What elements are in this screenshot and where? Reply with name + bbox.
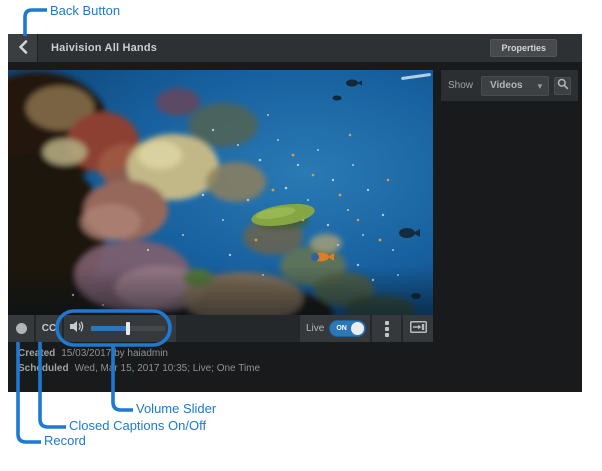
properties-button[interactable]: Properties — [490, 39, 557, 57]
back-button[interactable] — [8, 34, 38, 62]
live-toggle-group: Live ON — [300, 315, 370, 342]
chevron-down-icon: ▾ — [538, 77, 543, 95]
search-icon — [557, 78, 569, 93]
annotation-back-button: Back Button — [50, 3, 120, 18]
scheduled-label: Scheduled — [18, 363, 69, 374]
session-details: Created 15/03/2017 by haiadmin Scheduled W… — [18, 346, 260, 376]
annotation-volume-slider: Volume Slider — [136, 401, 216, 416]
speaker-icon — [70, 320, 85, 338]
volume-control — [64, 315, 176, 342]
video-player-frame[interactable] — [8, 70, 433, 315]
record-icon — [16, 323, 27, 334]
scheduled-value: Wed, Mar 15, 2017 10:35; Live; One Time — [75, 363, 260, 374]
toggle-knob — [351, 322, 364, 335]
browse-filter-row: Show Videos ▾ — [441, 70, 578, 101]
back-button-callout-line — [25, 10, 47, 36]
show-label: Show — [448, 80, 473, 91]
created-row: Created 15/03/2017 by haiadmin — [18, 346, 260, 361]
volume-slider[interactable] — [91, 326, 165, 331]
toggle-state-label: ON — [336, 321, 347, 336]
chevron-left-icon — [18, 40, 28, 57]
content-type-dropdown[interactable]: Videos ▾ — [481, 76, 549, 96]
dropdown-selected-value: Videos — [490, 77, 523, 95]
screenshot-canvas: Haivision All Hands Properties Show Vide… — [0, 0, 602, 471]
scheduled-row: Scheduled Wed, Mar 15, 2017 10:35; Live; … — [18, 361, 260, 376]
player-control-bar: CC Live ON — [8, 315, 433, 342]
underwater-reef-video-still — [8, 70, 433, 315]
created-label: Created — [18, 348, 55, 359]
output-destination-button[interactable] — [403, 315, 433, 342]
more-options-button[interactable] — [372, 315, 401, 342]
closed-captions-button[interactable]: CC — [36, 315, 62, 342]
search-button[interactable] — [554, 77, 571, 95]
volume-fill — [91, 326, 128, 331]
annotation-closed-captions: Closed Captions On/Off — [69, 418, 206, 433]
live-label: Live — [306, 323, 324, 334]
record-button[interactable] — [8, 315, 34, 342]
kebab-menu-icon — [385, 321, 389, 325]
page-title: Haivision All Hands — [51, 34, 157, 62]
popout-arrow-icon — [410, 320, 427, 338]
created-value: 15/03/2017 by haiadmin — [61, 348, 168, 359]
live-on-toggle[interactable]: ON — [329, 320, 366, 337]
title-bar: Haivision All Hands Properties — [8, 34, 582, 62]
video-portal-panel: Haivision All Hands Properties Show Vide… — [8, 34, 582, 392]
annotation-record: Record — [44, 433, 86, 448]
volume-thumb[interactable] — [126, 322, 130, 335]
